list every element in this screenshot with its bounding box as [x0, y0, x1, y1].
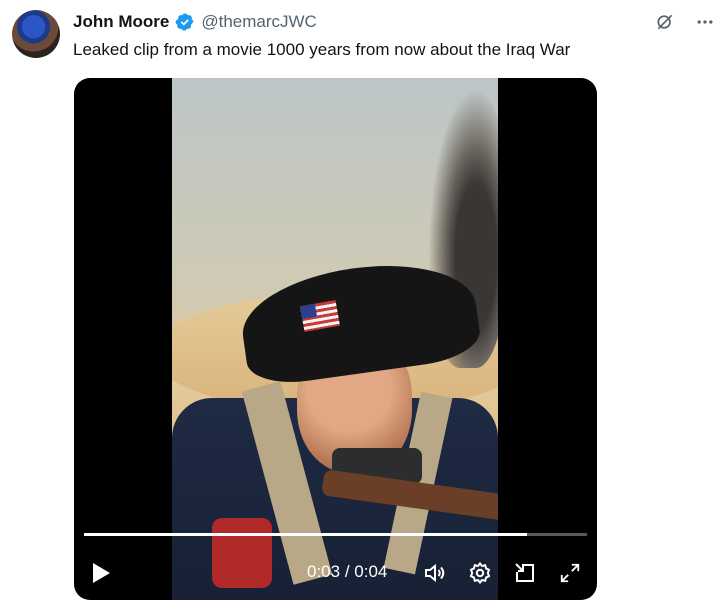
avatar[interactable] [12, 10, 60, 58]
verified-badge-icon[interactable] [175, 12, 195, 32]
volume-icon[interactable] [422, 560, 448, 586]
more-icon[interactable] [694, 11, 716, 33]
grok-icon[interactable] [654, 11, 676, 33]
current-time: 0:03 [307, 562, 341, 581]
video-player[interactable]: 0:03 / 0:04 [74, 78, 597, 600]
duration: 0:04 [354, 562, 388, 581]
settings-icon[interactable] [467, 560, 493, 586]
video-progress-bar[interactable] [84, 533, 587, 536]
tweet-text: Leaked clip from a movie 1000 years from… [73, 40, 571, 59]
fullscreen-icon[interactable] [557, 560, 583, 586]
play-icon[interactable] [90, 561, 112, 585]
video-time: 0:03 / 0:04 [307, 562, 388, 581]
video-progress-fill [84, 533, 527, 536]
tweet-header: John Moore @themarcJWC [73, 11, 317, 33]
author-handle[interactable]: @themarcJWC [201, 11, 317, 33]
video-frame [172, 78, 498, 600]
author-name[interactable]: John Moore [73, 11, 169, 33]
picture-in-picture-icon[interactable] [512, 560, 538, 586]
